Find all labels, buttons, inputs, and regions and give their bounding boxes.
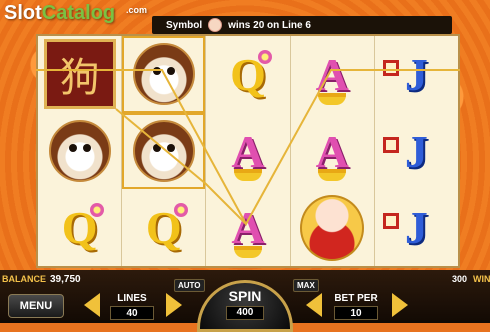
ornament-icon: [382, 60, 399, 76]
reel-cell: [291, 189, 374, 266]
reel-cell: A: [206, 113, 289, 190]
betper-decrease-arrow-icon[interactable]: [306, 293, 322, 317]
reel-cell: Q: [122, 189, 205, 266]
info-message: wins 20 on Line 6: [228, 19, 311, 31]
ornament-icon: [382, 136, 399, 153]
baby-symbol-icon: [208, 18, 223, 32]
win-info-bar: Symbol wins 20 on Line 6: [152, 16, 452, 34]
lines-value: 40: [110, 306, 154, 320]
reel-cell: [122, 36, 206, 113]
reel-cell: A: [291, 36, 374, 113]
reel-grid: 狗 Q Q Q A A A A J J J: [36, 34, 460, 268]
reel-4: A A: [291, 36, 375, 266]
shih-tzu-symbol: [48, 120, 111, 182]
reel-cell: J: [375, 36, 458, 113]
max-button[interactable]: MAX: [293, 279, 319, 292]
betper-value: 10: [334, 306, 378, 320]
gold-ingot-icon: [318, 92, 347, 105]
slotcatalog-logo: SlotCatalog .com: [4, 2, 148, 24]
gold-ingot-icon: [234, 246, 262, 259]
dog-kanji-symbol: 狗: [43, 39, 116, 110]
jack-symbol: J: [404, 48, 428, 100]
ornament-icon: [382, 213, 399, 230]
reel-cell: A: [206, 189, 289, 266]
reel-5: J J J: [375, 36, 458, 266]
flower-icon: [258, 50, 273, 64]
reel-cell: J: [375, 113, 458, 190]
spin-label: SPIN: [228, 288, 262, 304]
reel-cell: Q: [38, 189, 121, 266]
reel-3: Q A A: [206, 36, 291, 266]
reel-cell: [38, 113, 121, 190]
fortune-baby-symbol: [300, 194, 365, 261]
betper-increase-arrow-icon[interactable]: [392, 293, 408, 317]
info-prefix: Symbol: [166, 19, 203, 31]
lines-decrease-arrow-icon[interactable]: [84, 293, 100, 317]
jack-symbol: J: [404, 202, 428, 254]
jack-symbol: J: [404, 125, 428, 177]
menu-button[interactable]: MENU: [8, 294, 64, 318]
reel-cell: 狗: [38, 36, 121, 113]
shih-tzu-symbol: [132, 43, 195, 106]
lines-increase-arrow-icon[interactable]: [166, 293, 182, 317]
reel-cell: J: [375, 189, 458, 266]
flower-icon: [90, 203, 104, 218]
flower-icon: [174, 203, 189, 218]
betper-label: BET PER: [334, 293, 378, 304]
reel-cell: A: [291, 113, 374, 190]
gold-ingot-icon: [318, 169, 347, 182]
reel-1: 狗 Q: [38, 36, 123, 266]
total-bet-value: 400: [226, 306, 264, 320]
lines-label: LINES: [117, 293, 147, 304]
win-display: 300 WIN: [452, 274, 490, 284]
shih-tzu-symbol: [132, 120, 195, 182]
reel-cell: Q: [206, 36, 289, 113]
gold-ingot-icon: [234, 169, 262, 182]
reel-cell: [122, 112, 206, 190]
reel-2: Q: [122, 36, 207, 266]
balance-display: BALANCE 39,750: [2, 274, 81, 285]
